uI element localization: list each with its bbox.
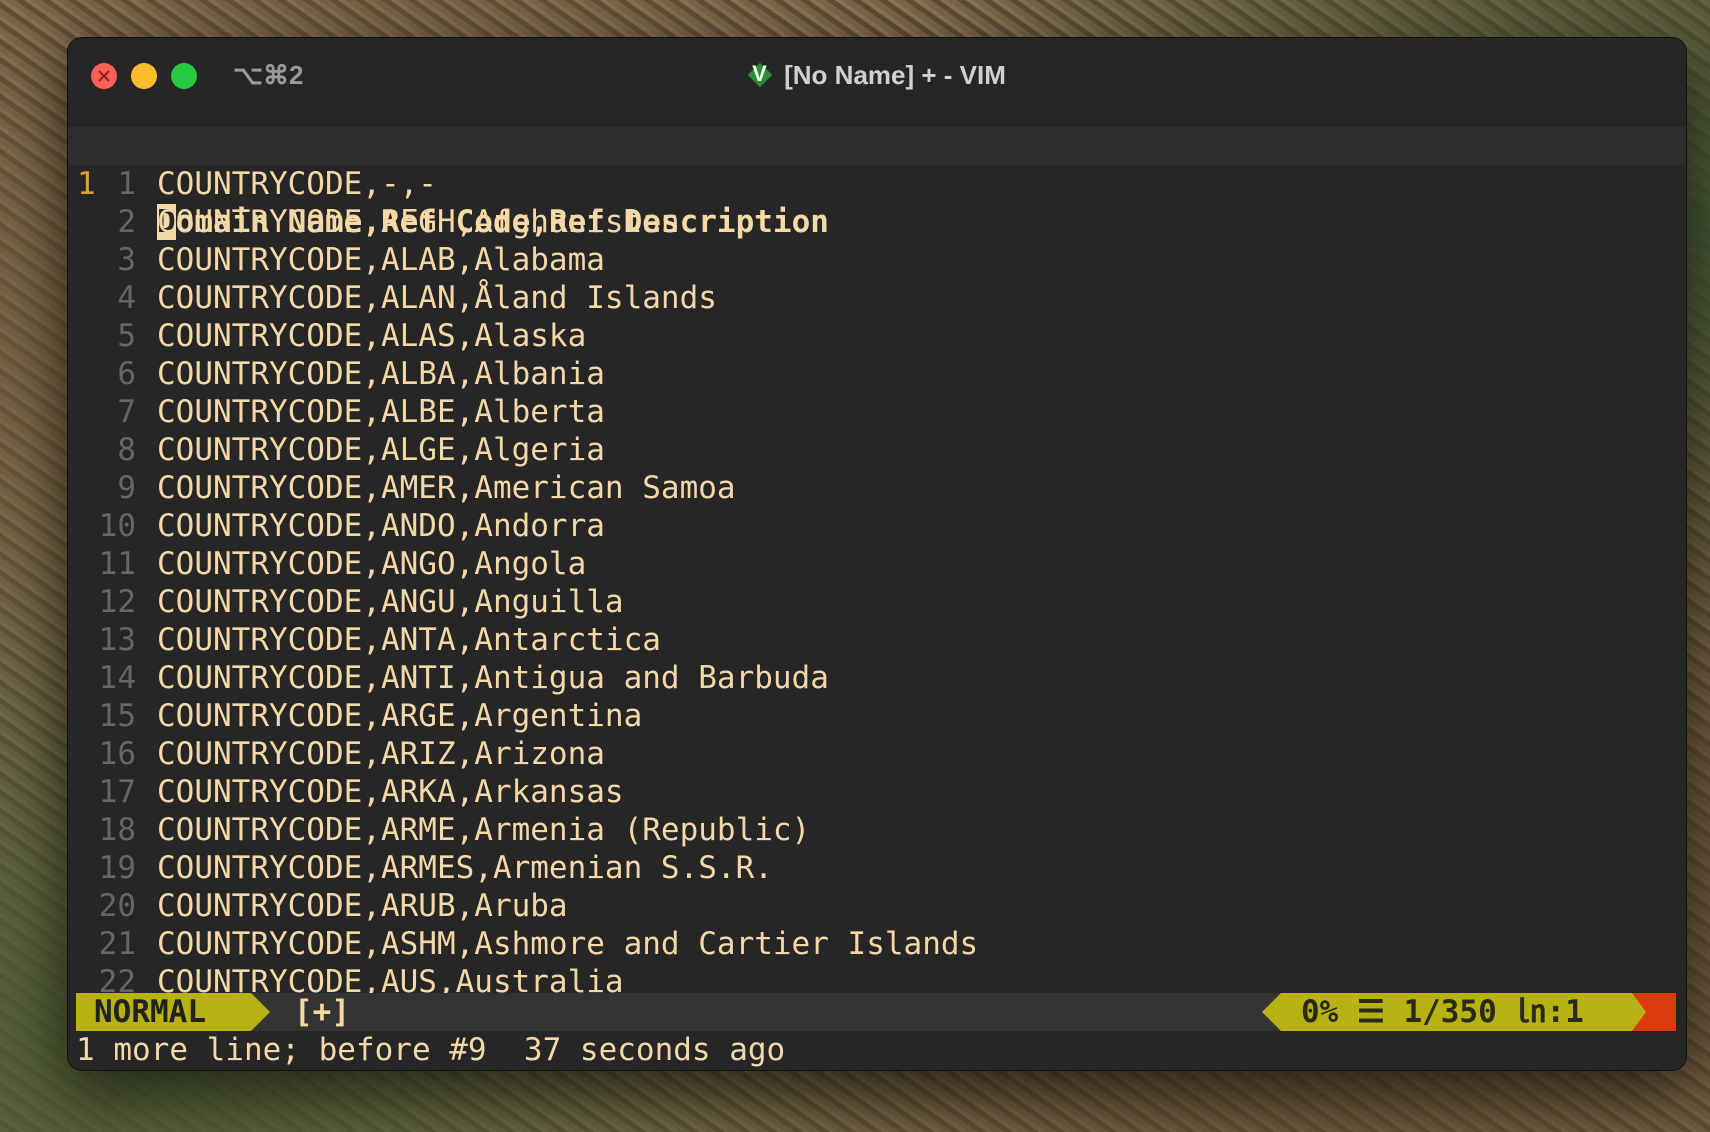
buffer-line[interactable]: 16 COUNTRYCODE,ARIZ,Arizona <box>68 735 1686 773</box>
buffer-line[interactable]: 9 COUNTRYCODE,AMER,American Samoa <box>68 469 1686 507</box>
line-number: 1 <box>117 166 136 202</box>
buffer-line[interactable]: 2 COUNTRYCODE,AFGH,Afghanistan <box>68 203 1686 241</box>
line-number: 18 <box>98 812 136 848</box>
line-text: COUNTRYCODE,ANTI,Antigua and Barbuda <box>157 660 829 696</box>
line-text: COUNTRYCODE,ALGE,Algeria <box>157 432 605 468</box>
line-text: COUNTRYCODE,ARMES,Armenian S.S.R. <box>157 850 773 886</box>
line-number: 5 <box>117 318 136 354</box>
buffer-line[interactable]: 19 COUNTRYCODE,ARMES,Armenian S.S.R. <box>68 849 1686 887</box>
cursor-position: 0% ☰ 1/350 ㏑:1 <box>1281 993 1633 1031</box>
line-number: 10 <box>98 508 136 544</box>
line-text: COUNTRYCODE,AFGH,Afghanistan <box>157 204 680 240</box>
command-line-message: 1 more line; before #9 37 seconds ago <box>76 1032 786 1068</box>
buffer-line[interactable]: 18 COUNTRYCODE,ARME,Armenia (Republic) <box>68 811 1686 849</box>
editor-buffer[interactable]: 1 Domain Name,Ref Code,Ref Description 1… <box>68 118 1686 1070</box>
mode-indicator: NORMAL <box>76 993 251 1031</box>
line-text: COUNTRYCODE,ALAB,Alabama <box>157 242 605 278</box>
line-number: 7 <box>117 394 136 430</box>
line-text: COUNTRYCODE,ARIZ,Arizona <box>157 736 605 772</box>
buffer-line[interactable]: 6 COUNTRYCODE,ALBA,Albania <box>68 355 1686 393</box>
buffer-line[interactable]: 1 COUNTRYCODE,-,- <box>68 165 1686 203</box>
line-text: COUNTRYCODE,ALBE,Alberta <box>157 394 605 430</box>
mode-separator-icon <box>251 993 270 1031</box>
buffer-line[interactable]: 13 COUNTRYCODE,ANTA,Antarctica <box>68 621 1686 659</box>
line-number: 16 <box>98 736 136 772</box>
line-text: COUNTRYCODE,ALAN,Åland Islands <box>157 280 717 316</box>
line-text: COUNTRYCODE,ASHM,Ashmore and Cartier Isl… <box>157 926 979 962</box>
vim-icon <box>748 61 772 87</box>
line-number: 9 <box>117 470 136 506</box>
buffer-line[interactable]: 17 COUNTRYCODE,ARKA,Arkansas <box>68 773 1686 811</box>
line-number: 3 <box>117 242 136 278</box>
vim-terminal-window[interactable]: ⌥⌘2 [No Name] + - VIM 1 Domain Name,Ref … <box>68 38 1686 1070</box>
buffer-line[interactable]: 11 COUNTRYCODE,ANGO,Angola <box>68 545 1686 583</box>
line-text: COUNTRYCODE,ARKA,Arkansas <box>157 774 624 810</box>
modified-flag: [+] <box>294 994 350 1030</box>
warning-section <box>1632 993 1676 1031</box>
window-title: [No Name] + - VIM <box>784 60 1006 90</box>
buffer-line[interactable]: 20 COUNTRYCODE,ARUB,Aruba <box>68 887 1686 925</box>
buffer-line[interactable]: 12 COUNTRYCODE,ANGU,Anguilla <box>68 583 1686 621</box>
line-text: COUNTRYCODE,ANGO,Angola <box>157 546 587 582</box>
line-number: 11 <box>98 546 136 582</box>
line-number: 4 <box>117 280 136 316</box>
line-text: COUNTRYCODE,AMER,American Samoa <box>157 470 736 506</box>
line-number: 2 <box>117 204 136 240</box>
position-separator-icon <box>1262 993 1281 1031</box>
line-number: 19 <box>98 850 136 886</box>
title-bar: ⌥⌘2 [No Name] + - VIM <box>68 38 1686 119</box>
window-title-wrapper: [No Name] + - VIM <box>68 60 1686 91</box>
line-text: COUNTRYCODE,ALAS,Alaska <box>157 318 587 354</box>
buffer-line[interactable]: 5 COUNTRYCODE,ALAS,Alaska <box>68 317 1686 355</box>
line-text: COUNTRYCODE,ARME,Armenia (Republic) <box>157 812 811 848</box>
buffer-line[interactable]: 7 COUNTRYCODE,ALBE,Alberta <box>68 393 1686 431</box>
line-text: COUNTRYCODE,ANGU,Anguilla <box>157 584 624 620</box>
line-text: COUNTRYCODE,ANTA,Antarctica <box>157 622 661 658</box>
buffer-line[interactable]: 8 COUNTRYCODE,ALGE,Algeria <box>68 431 1686 469</box>
line-number: 20 <box>98 888 136 924</box>
line-number: 8 <box>117 432 136 468</box>
status-line: NORMAL [+] 0% ☰ 1/350 ㏑:1 <box>76 993 1676 1031</box>
line-text: COUNTRYCODE,-,- <box>157 166 437 202</box>
buffer-line[interactable]: 10 COUNTRYCODE,ANDO,Andorra <box>68 507 1686 545</box>
line-number: 14 <box>98 660 136 696</box>
line-number: 13 <box>98 622 136 658</box>
line-text: COUNTRYCODE,ARUB,Aruba <box>157 888 568 924</box>
line-number: 6 <box>117 356 136 392</box>
line-number: 12 <box>98 584 136 620</box>
line-text: COUNTRYCODE,ALBA,Albania <box>157 356 605 392</box>
buffer-line[interactable]: 21 COUNTRYCODE,ASHM,Ashmore and Cartier I… <box>68 925 1686 963</box>
buffer-line[interactable]: 14 COUNTRYCODE,ANTI,Antigua and Barbuda <box>68 659 1686 697</box>
header-line[interactable]: 1 Domain Name,Ref Code,Ref Description <box>68 127 1686 240</box>
buffer-line[interactable]: 15 COUNTRYCODE,ARGE,Argentina <box>68 697 1686 735</box>
line-number: 17 <box>98 774 136 810</box>
buffer-line[interactable]: 3 COUNTRYCODE,ALAB,Alabama <box>68 241 1686 279</box>
line-number: 15 <box>98 698 136 734</box>
line-number: 21 <box>98 926 136 962</box>
line-text: COUNTRYCODE,ARGE,Argentina <box>157 698 643 734</box>
buffer-line[interactable]: 4 COUNTRYCODE,ALAN,Åland Islands <box>68 279 1686 317</box>
line-text: COUNTRYCODE,ANDO,Andorra <box>157 508 605 544</box>
